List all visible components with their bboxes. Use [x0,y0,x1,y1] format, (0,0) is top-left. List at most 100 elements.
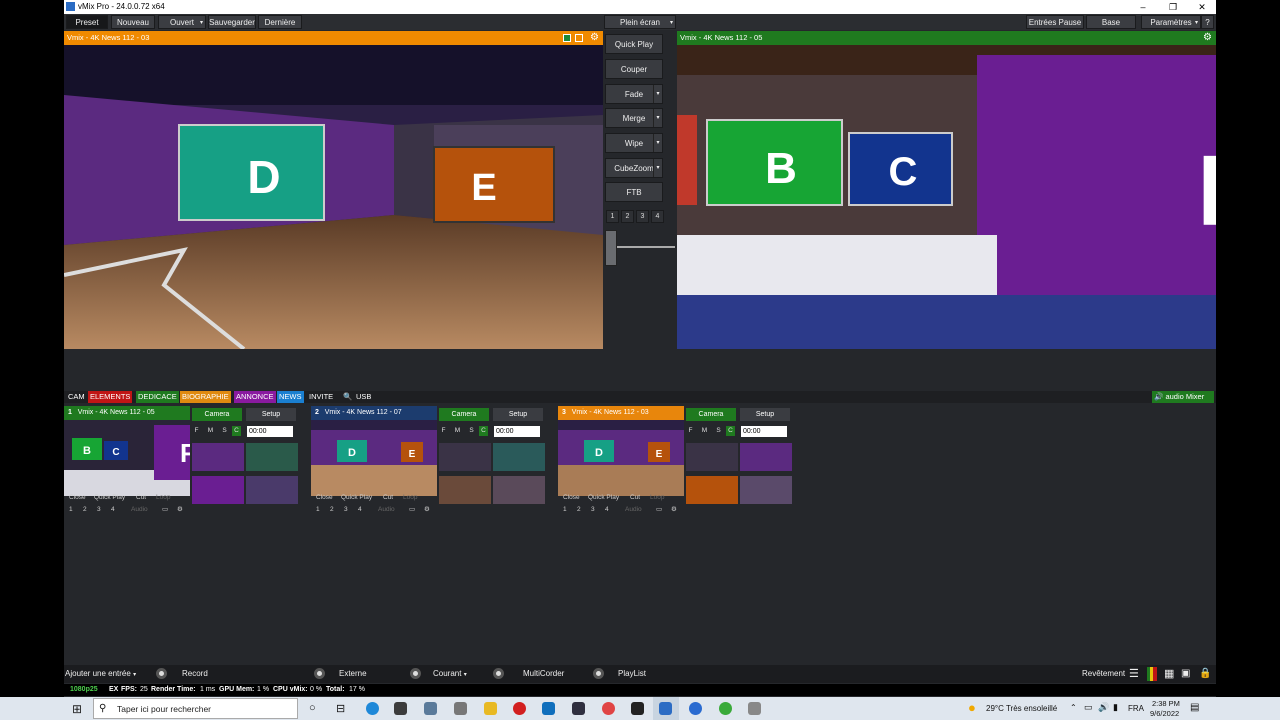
input-2-n3[interactable]: 3 [344,506,348,513]
chevron-up-icon[interactable]: ⌃ [1070,703,1077,712]
input-1-n3[interactable]: 3 [97,506,101,513]
gear-icon[interactable] [493,668,504,679]
input-3-setup-button[interactable]: Setup [740,408,790,421]
input-1-audio[interactable]: Audio [131,506,148,513]
tab-news[interactable]: NEWS [277,391,304,403]
record-button[interactable]: Record [182,667,208,681]
input-2-header[interactable]: 2 Vmix - 4K News 112 - 07 [311,406,437,420]
ftb-button[interactable]: FTB [605,182,663,202]
input-1-n2[interactable]: 2 [83,506,87,513]
app-icon[interactable] [748,702,761,715]
input-1-m[interactable]: M [206,426,215,436]
widgets-icon[interactable]: ⊟ [336,702,345,715]
input-3-n3[interactable]: 3 [591,506,595,513]
input-3-n1[interactable]: 1 [563,506,567,513]
input-2-n4[interactable]: 4 [358,506,362,513]
couper-button[interactable]: Couper [605,59,663,79]
chevron-down-icon[interactable]: ▾ [653,134,662,152]
input-2-loop[interactable]: Loop [403,494,417,501]
input-3-s[interactable]: S [714,426,723,436]
weather-icon[interactable]: ● [968,700,976,715]
input-2[interactable]: 2 Vmix - 4K News 112 - 07 Camera Setup D… [311,406,551,516]
input-2-m[interactable]: M [453,426,462,436]
app-icon[interactable] [689,702,702,715]
tab-biographie[interactable]: BIOGRAPHIE [180,391,231,403]
input-3-layer-3[interactable] [686,476,738,504]
input-1-c[interactable]: C [232,426,241,436]
input-1-n1[interactable]: 1 [69,506,73,513]
input-3-time-field[interactable]: 00:00 [741,426,787,437]
sauvegarder-button[interactable]: Sauvegarder [208,15,256,29]
help-button[interactable]: ? [1201,15,1214,29]
file-explorer-icon[interactable] [484,702,497,715]
input-3-loop[interactable]: Loop [650,494,664,501]
input-1-header[interactable]: 1 Vmix - 4K News 112 - 05 [64,406,190,420]
input-2-layer-4[interactable] [493,476,545,504]
input-1-loop[interactable]: Loop [156,494,170,501]
input-3-f[interactable]: F [686,426,695,436]
input-2-layer-2[interactable] [493,443,545,471]
vmix-taskbar-button[interactable] [653,697,679,720]
input-2-setup-button[interactable]: Setup [493,408,543,421]
t-bar-handle[interactable] [605,230,617,266]
derniere-button[interactable]: Dernière [258,15,302,29]
network-icon[interactable]: ▭ [1084,702,1093,713]
input-3[interactable]: 3 Vmix - 4K News 112 - 03 Camera Setup D… [558,406,798,516]
clock-date[interactable]: 9/6/2022 [1150,709,1179,718]
task-view-icon[interactable]: ○ [309,702,316,714]
volume-icon[interactable]: 🔊 [1098,702,1109,713]
gear-icon[interactable]: ⚙ [671,505,677,513]
input-1[interactable]: 1 Vmix - 4K News 112 - 05 Camera Setup B… [64,406,304,516]
app-icon[interactable] [424,702,437,715]
preset-button[interactable]: Preset [66,15,108,29]
input-1-layer-3[interactable] [192,476,244,504]
multicorder-button[interactable]: MultiCorder [523,667,564,681]
input-1-cut[interactable]: Cut [136,494,146,501]
input-2-cut[interactable]: Cut [383,494,393,501]
monitor-icon[interactable]: ▭ [409,505,415,513]
input-1-layer-1[interactable] [192,443,244,471]
wipe-button[interactable]: Wipe ▾ [605,133,663,153]
audio-meter-icon[interactable] [1147,667,1157,681]
input-2-layer-3[interactable] [439,476,491,504]
taskbar-search-box[interactable]: ⚲ Taper ici pour rechercher [93,698,298,719]
tab-cam[interactable]: CAM [66,391,87,403]
input-3-layer-2[interactable] [740,443,792,471]
input-3-n4[interactable]: 4 [605,506,609,513]
gear-icon[interactable]: ⚙ [177,505,183,513]
input-3-layer-4[interactable] [740,476,792,504]
quick-play-button[interactable]: Quick Play [605,34,663,54]
gear-icon[interactable] [593,668,604,679]
transition-3-button[interactable]: 3 [636,210,649,223]
search-icon[interactable]: 🔍 [341,391,354,403]
windows-start-icon[interactable]: ⊞ [72,702,82,716]
input-2-thumbnail[interactable]: D E [311,420,437,496]
entrees-pause-button[interactable]: Entrées Pause [1026,15,1084,29]
input-2-audio[interactable]: Audio [378,506,395,513]
input-1-n4[interactable]: 4 [111,506,115,513]
input-3-cut[interactable]: Cut [630,494,640,501]
preview-pane[interactable]: Vmix - 4K News 112 - 03 ⚙ D E [64,31,603,349]
chevron-down-icon[interactable]: ▾ [653,85,662,103]
input-2-layer-1[interactable] [439,443,491,471]
gear-icon[interactable] [314,668,325,679]
output-pane[interactable]: Vmix - 4K News 112 - 05 ⚙ B C F [677,31,1216,349]
input-3-close[interactable]: Close [563,494,580,501]
gear-icon[interactable]: ⚙ [424,505,430,513]
input-3-camera-button[interactable]: Camera [686,408,736,421]
app-icon[interactable] [572,702,585,715]
playlist-button[interactable]: PlayList [618,667,646,681]
input-2-quick-play[interactable]: Quick Play [341,494,372,501]
epic-games-icon[interactable] [631,702,644,715]
input-2-s[interactable]: S [467,426,476,436]
battery-icon[interactable]: ▮ [1113,702,1118,713]
input-3-m[interactable]: M [700,426,709,436]
input-2-time-field[interactable]: 00:00 [494,426,540,437]
chevron-down-icon[interactable]: ▾ [653,109,662,127]
externe-button[interactable]: Externe [339,667,367,681]
audio-mixer-button[interactable]: 🔊 audio Mixer [1152,391,1214,403]
maximize-button[interactable]: ❐ [1159,0,1187,14]
input-3-audio[interactable]: Audio [625,506,642,513]
cubezoom-button[interactable]: CubeZoom ▾ [605,158,663,178]
input-1-setup-button[interactable]: Setup [246,408,296,421]
